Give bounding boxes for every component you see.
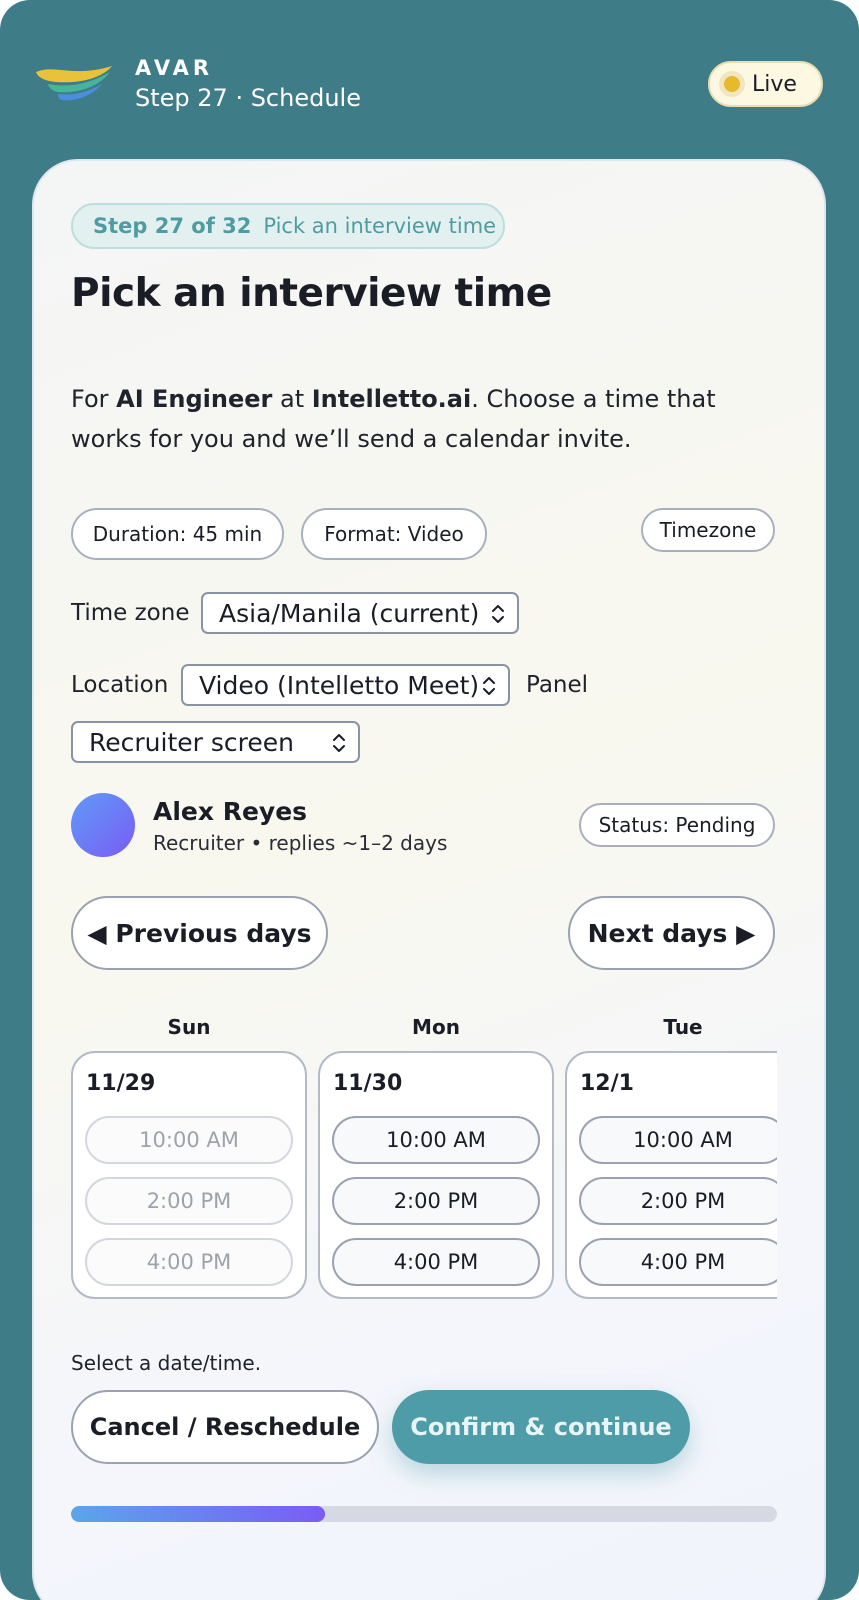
- recruiter-name: Alex Reyes: [153, 797, 308, 826]
- timezone-select-value: Asia/Manila (current): [219, 598, 480, 628]
- desc-at: at: [272, 385, 312, 413]
- day-name: Mon: [412, 1015, 460, 1039]
- brand-name: AVAR: [135, 56, 214, 80]
- app-header: AVAR Step 27 · Schedule Live: [0, 0, 859, 160]
- location-select-value: Video (Intelletto Meet): [199, 670, 480, 700]
- time-slot-button[interactable]: 10:00 AM: [332, 1116, 540, 1164]
- app-frame: AVAR Step 27 · Schedule Live Step 27 of …: [0, 0, 859, 1600]
- day-column-sun: Sun 11/29 10:00 AM 2:00 PM 4:00 PM: [71, 1011, 307, 1299]
- day-name: Sun: [167, 1015, 211, 1039]
- day-card: 11/29 10:00 AM 2:00 PM 4:00 PM: [71, 1051, 307, 1299]
- live-badge: Live: [708, 61, 823, 107]
- schedule-card: Step 27 of 32 Pick an interview time Pic…: [32, 159, 826, 1600]
- page-title: Pick an interview time: [71, 271, 552, 316]
- time-slot-button[interactable]: 10:00 AM: [579, 1116, 777, 1164]
- progress-fill: [71, 1506, 326, 1522]
- step-counter: Step 27 of 32: [93, 214, 252, 238]
- chevron-updown-icon: [492, 605, 504, 623]
- live-label: Live: [752, 71, 797, 97]
- day-card: 11/30 10:00 AM 2:00 PM 4:00 PM: [318, 1051, 554, 1299]
- timezone-select[interactable]: Asia/Manila (current): [201, 592, 519, 634]
- chevron-updown-icon: [483, 677, 495, 695]
- time-slot-button[interactable]: 4:00 PM: [579, 1238, 777, 1286]
- day-column-mon: Mon 11/30 10:00 AM 2:00 PM 4:00 PM: [318, 1011, 554, 1299]
- step-badge-text: Pick an interview time: [263, 214, 497, 238]
- status-badge: Status: Pending: [579, 803, 775, 847]
- chevron-updown-icon: [333, 734, 345, 752]
- page-description: For AI Engineer at Intelletto.ai. Choose…: [71, 379, 791, 459]
- desc-prefix: For: [71, 385, 117, 413]
- avatar: [71, 793, 135, 857]
- timezone-label: Time zone: [71, 600, 190, 626]
- day-columns: Sun 11/29 10:00 AM 2:00 PM 4:00 PM Mon 1…: [71, 1011, 777, 1301]
- avar-logo: [36, 66, 112, 101]
- day-card: 12/1 10:00 AM 2:00 PM 4:00 PM: [565, 1051, 777, 1299]
- time-slot-button: 4:00 PM: [85, 1238, 293, 1286]
- location-select[interactable]: Video (Intelletto Meet): [181, 664, 510, 706]
- day-name: Tue: [663, 1015, 703, 1039]
- time-slot-button: 2:00 PM: [85, 1177, 293, 1225]
- step-badge: Step 27 of 32 Pick an interview time: [71, 203, 505, 249]
- time-slot-button: 10:00 AM: [85, 1116, 293, 1164]
- progress-bar: [71, 1506, 777, 1522]
- selection-hint: Select a date/time.: [71, 1351, 262, 1375]
- panel-label: Panel: [526, 672, 589, 698]
- day-column-tue: Tue 12/1 10:00 AM 2:00 PM 4:00 PM: [565, 1011, 777, 1299]
- day-date: 12/1: [580, 1071, 634, 1096]
- panel-select-value: Recruiter screen: [89, 727, 294, 757]
- panel-select[interactable]: Recruiter screen: [71, 721, 360, 763]
- recruiter-role: Recruiter • replies ~1–2 days: [153, 831, 448, 855]
- time-slot-button[interactable]: 2:00 PM: [332, 1177, 540, 1225]
- day-date: 11/30: [333, 1071, 403, 1096]
- company-name: Intelletto.ai: [311, 385, 472, 413]
- previous-days-button[interactable]: ◀ Previous days: [71, 896, 328, 970]
- next-days-button[interactable]: Next days ▶: [568, 896, 775, 970]
- duration-chip: Duration: 45 min: [71, 508, 284, 560]
- time-slot-button[interactable]: 4:00 PM: [332, 1238, 540, 1286]
- confirm-continue-button[interactable]: Confirm & continue: [392, 1390, 690, 1464]
- header-subtitle: Step 27 · Schedule: [135, 84, 361, 112]
- location-label: Location: [71, 672, 169, 698]
- day-date: 11/29: [86, 1071, 156, 1096]
- job-role: AI Engineer: [116, 385, 273, 413]
- cancel-reschedule-button[interactable]: Cancel / Reschedule: [71, 1390, 379, 1464]
- live-dot-icon: [724, 76, 740, 92]
- timezone-button[interactable]: Timezone: [641, 508, 775, 552]
- time-slot-button[interactable]: 2:00 PM: [579, 1177, 777, 1225]
- format-chip: Format: Video: [301, 508, 487, 560]
